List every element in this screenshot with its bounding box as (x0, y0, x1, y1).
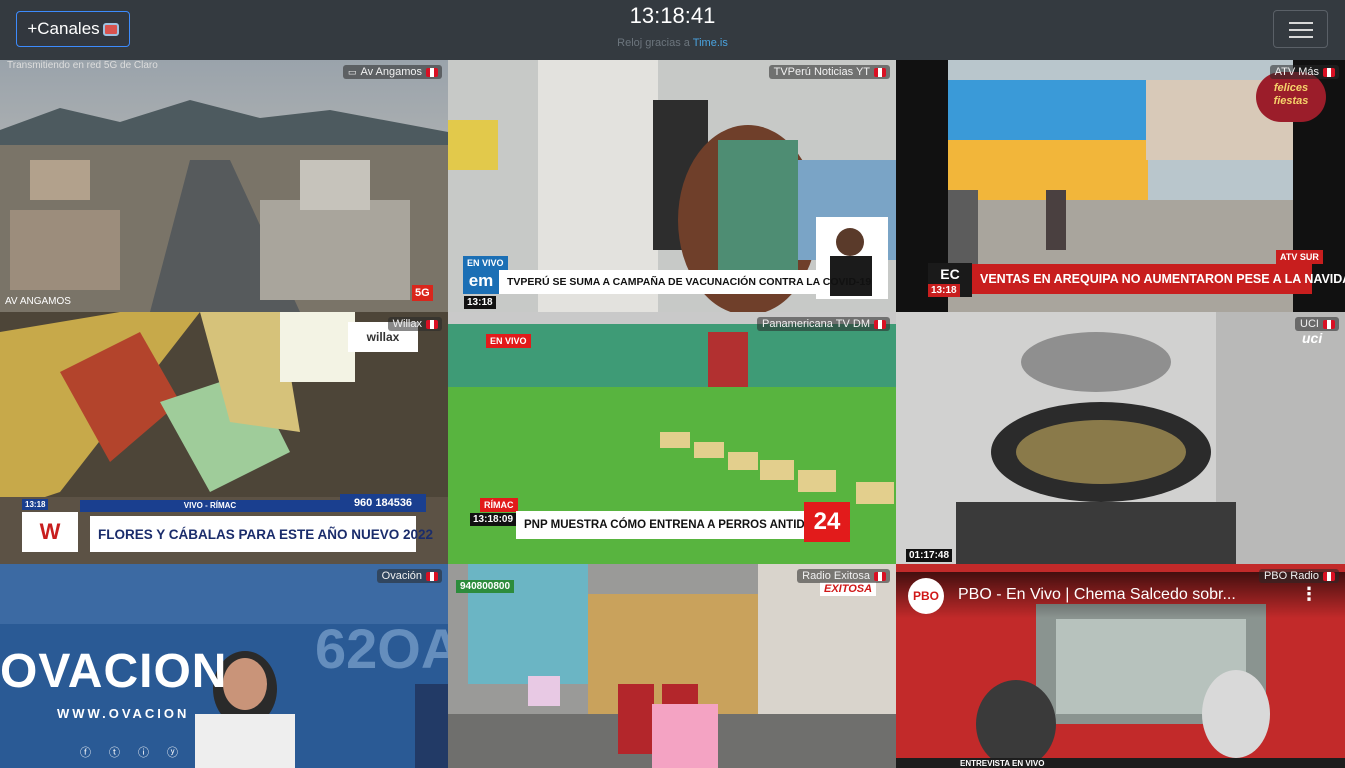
anniversary-text: 62OAN (315, 617, 448, 680)
place-tag: RÍMAC (480, 498, 518, 512)
channel-label: ▭ Av Angamos (342, 65, 442, 79)
exitosa-logo: EXITOSA (820, 582, 877, 596)
menu-bar-icon (1289, 36, 1313, 38)
region-tag: ATV SUR (1276, 250, 1323, 264)
video-player-willax[interactable]: willax 13:18 VIVO - RÍMAC 960 184536 W F… (0, 312, 448, 564)
tvperu-logo: em (463, 268, 499, 294)
cooking-scene (896, 312, 1345, 564)
channel-label: Willax (387, 317, 442, 331)
channel-label: Panamericana TV DM (756, 317, 890, 331)
clock-time: 13:18:41 (629, 3, 716, 28)
broadcast-time: 13:18 (928, 284, 960, 297)
whatsapp-number: 960 184536 (340, 494, 426, 512)
broadcast-time: 01:17:48 (906, 549, 953, 562)
news-headline: PNP MUESTRA CÓMO ENTRENA A PERROS ANTIDR… (516, 511, 847, 539)
peru-flag-icon (1323, 571, 1335, 581)
peru-flag-icon (1323, 319, 1335, 329)
news-headline: FLORES Y CÁBALAS PARA ESTE AÑO NUEVO 202… (90, 516, 433, 552)
willax-w-logo: W (22, 512, 78, 552)
live-strip: VIVO - RÍMAC (80, 500, 340, 512)
instagram-icon: ⓘ (138, 747, 149, 759)
5g-badge: 5G (412, 285, 433, 301)
peru-flag-icon (426, 571, 438, 581)
clock-credit-text: Reloj gracias a (617, 37, 690, 49)
video-player-av-angamos[interactable]: Transmitiendo en red 5G de Claro AV ANGA… (0, 60, 448, 312)
video-player-uci[interactable]: uci 01:17:48 UCI (896, 312, 1345, 564)
ovacion-brand: OVACION (0, 645, 228, 698)
ovacion-website: WWW.OVACION (57, 706, 190, 721)
channel-label: Radio Exitosa (797, 569, 890, 583)
top-navbar: +Canales 13:18:41 Reloj gracias a Time.i… (0, 0, 1345, 60)
location-caption: AV ANGAMOS (5, 296, 71, 307)
peru-flag-icon (874, 319, 886, 329)
facebook-icon: ⓕ (80, 747, 91, 759)
menu-bar-icon (1289, 22, 1313, 24)
channel-label: Ovación (376, 569, 442, 583)
youtube-video-title[interactable]: PBO - En Vivo | Chema Salcedo sobr... (958, 586, 1288, 604)
stream-network-text: Transmitiendo en red 5G de Claro (7, 60, 158, 71)
whatsapp-number: 940800800 (456, 580, 515, 593)
channel-label: PBO Radio (1258, 569, 1339, 583)
news-headline: TVPERÚ SE SUMA A CAMPAÑA DE VACUNACIÓN C… (499, 270, 871, 294)
broadcast-time: 13:18:09 (470, 513, 517, 526)
hamburger-menu-button[interactable] (1273, 10, 1328, 48)
tv-small-icon: ▭ (347, 66, 357, 77)
clock-credit: Reloj gracias a Time.is (0, 37, 1345, 49)
live-tag: EN VIVO (486, 334, 531, 348)
peru-flag-icon (874, 67, 886, 77)
menu-bar-icon (1289, 29, 1313, 31)
news-headline: VENTAS EN AREQUIPA NO AUMENTARON PESE A … (972, 264, 1345, 294)
video-player-atv-mas[interactable]: felices fiestas ATV SUR EC 13:18 VENTAS … (896, 60, 1345, 312)
video-grid: Transmitiendo en red 5G de Claro AV ANGA… (0, 60, 1345, 768)
twitter-icon: ⓣ (109, 747, 120, 759)
broadcast-time: 13:18 (22, 499, 49, 510)
peru-flag-icon (426, 67, 438, 77)
channel-label: UCI (1295, 317, 1339, 331)
holiday-badge: felices fiestas (1256, 72, 1326, 122)
video-player-panamericana[interactable]: EN VIVO RÍMAC 13:18:09 PNP MUESTRA CÓMO … (448, 312, 896, 564)
social-icons: ⓕ ⓣ ⓘ ⓨ (80, 744, 178, 760)
channel-label: TVPerú Noticias YT (768, 65, 890, 79)
interview-tag: ENTREVISTA EN VIVO (956, 758, 1049, 768)
video-player-tvperu[interactable]: EN VIVO em TVPERÚ SE SUMA A CAMPAÑA DE V… (448, 60, 896, 312)
peru-flag-icon (1323, 67, 1335, 77)
city-scene (0, 100, 448, 312)
video-player-pbo-radio[interactable]: PBO PBO - En Vivo | Chema Salcedo sobr..… (896, 564, 1345, 768)
youtube-icon: ⓨ (167, 747, 178, 759)
time-is-link[interactable]: Time.is (693, 37, 728, 49)
24-horas-logo: 24 (804, 502, 850, 542)
channel-label: ATV Más (1269, 65, 1339, 79)
video-player-ovacion[interactable]: OVACION WWW.OVACION 62OAN ⓕ ⓣ ⓘ ⓨ Ovació… (0, 564, 448, 768)
pbo-channel-avatar[interactable]: PBO (908, 578, 944, 614)
uci-logo: uci (1302, 330, 1323, 346)
video-player-radio-exitosa[interactable]: 940800800 EXITOSA Radio Exitosa (448, 564, 896, 768)
more-options-icon[interactable]: ⋮ (1300, 584, 1318, 605)
peru-flag-icon (426, 319, 438, 329)
peru-flag-icon (874, 571, 886, 581)
broadcast-time: 13:18 (464, 296, 496, 309)
